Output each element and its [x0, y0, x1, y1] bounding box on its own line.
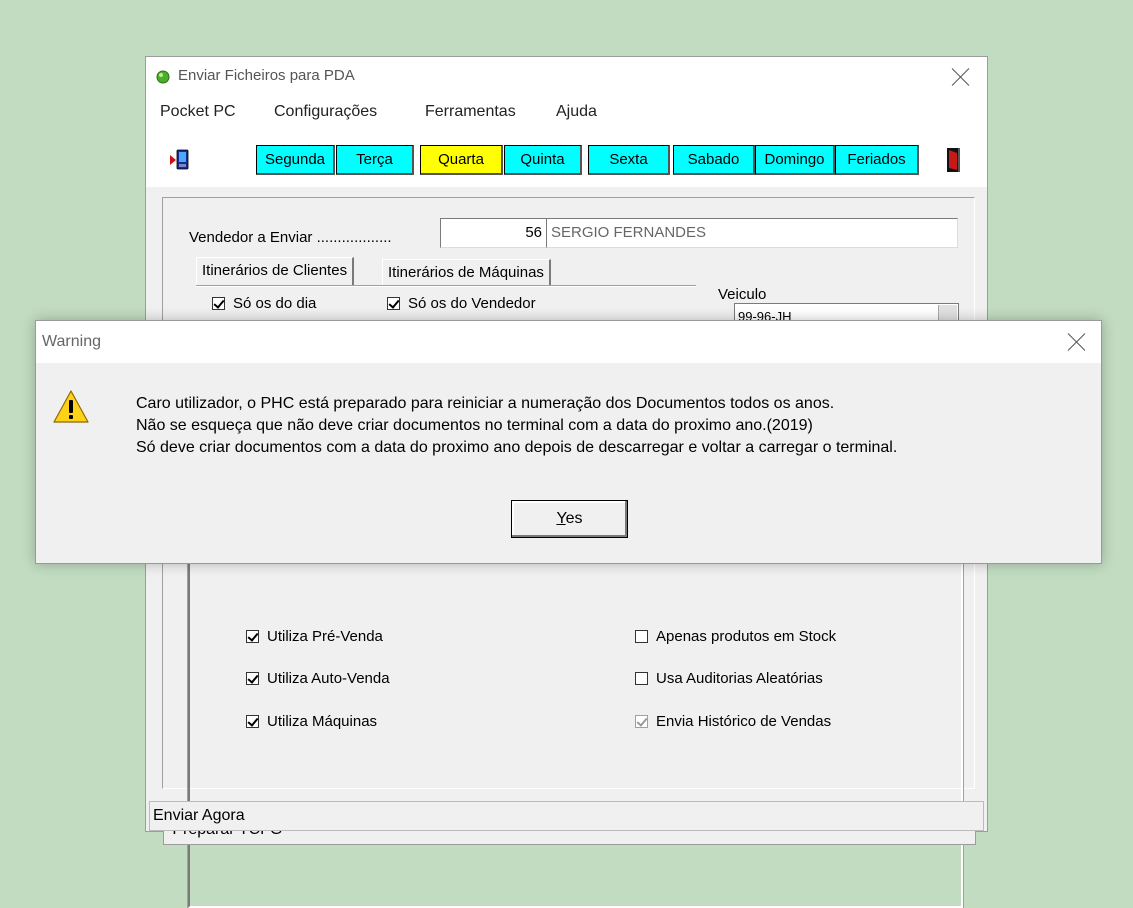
checkbox-box [635, 630, 648, 643]
envia-historico-label: Envia Histórico de Vendas [656, 713, 832, 730]
checkbox-box [246, 630, 259, 643]
main-title-bar: Enviar Ficheiros para PDA [146, 57, 987, 95]
send-to-pda-icon[interactable] [170, 149, 190, 171]
dialog-title: Warning [42, 333, 101, 350]
apenas-produtos-stock-label: Apenas produtos em Stock [656, 628, 837, 645]
veiculo-label: Veiculo [718, 286, 767, 303]
so-os-do-dia-checkbox[interactable]: Só os do dia [212, 295, 316, 313]
dialog-message-line: Não se esqueça que não deve criar docume… [136, 417, 813, 434]
yes-rest: es [565, 510, 583, 527]
utiliza-auto-venda-checkbox[interactable]: Utiliza Auto-Venda [246, 670, 390, 688]
day-button-terca[interactable]: Terça [336, 145, 414, 175]
so-os-do-dia-label: Só os do dia [233, 295, 317, 312]
utiliza-maquinas-checkbox[interactable]: Utiliza Máquinas [246, 713, 377, 731]
utiliza-pre-venda-label: Utiliza Pré-Venda [267, 628, 383, 645]
envia-historico-checkbox: Envia Histórico de Vendas [635, 713, 831, 731]
window-title: Enviar Ficheiros para PDA [178, 67, 355, 84]
tab-underline [196, 285, 696, 287]
day-button-domingo[interactable]: Domingo [755, 145, 835, 175]
usa-auditorias-label: Usa Auditorias Aleatórias [656, 670, 823, 687]
dialog-message-line: Só deve criar documentos com a data do p… [136, 439, 898, 456]
menu-configuracoes[interactable]: Configurações [274, 103, 377, 121]
menu-ajuda[interactable]: Ajuda [556, 103, 597, 121]
utiliza-maquinas-label: Utiliza Máquinas [267, 713, 378, 730]
utiliza-auto-venda-label: Utiliza Auto-Venda [267, 670, 390, 687]
tab-itinerarios-clientes[interactable]: Itinerários de Clientes [196, 257, 355, 285]
checkbox-box [246, 672, 259, 685]
checkbox-box [635, 715, 648, 728]
day-button-quarta[interactable]: Quarta [420, 145, 503, 175]
checkbox-box [246, 715, 259, 728]
apenas-produtos-stock-checkbox[interactable]: Apenas produtos em Stock [635, 628, 836, 646]
day-button-feriados[interactable]: Feriados [835, 145, 919, 175]
menu-pocket-pc[interactable]: Pocket PC [160, 103, 236, 121]
utiliza-pre-venda-checkbox[interactable]: Utiliza Pré-Venda [246, 628, 383, 646]
main-close-icon[interactable] [951, 67, 971, 87]
menu-ferramentas[interactable]: Ferramentas [425, 103, 516, 121]
vendedor-label: Vendedor a Enviar .................. [189, 229, 392, 246]
day-button-sexta[interactable]: Sexta [588, 145, 670, 175]
so-os-do-vendedor-checkbox[interactable]: Só os do Vendedor [387, 295, 536, 313]
yes-button[interactable]: Yes [511, 500, 628, 538]
toolbar: Segunda Terça Quarta Quinta Sexta Sabado… [146, 125, 987, 187]
menu-bar: Pocket PC Configurações Ferramentas Ajud… [146, 95, 987, 125]
day-button-sabado[interactable]: Sabado [673, 145, 755, 175]
so-os-do-vendedor-label: Só os do Vendedor [408, 295, 536, 312]
dialog-title-bar: Warning [36, 321, 1101, 363]
vendedor-number-field[interactable]: 56 [440, 218, 547, 248]
day-button-quinta[interactable]: Quinta [504, 145, 582, 175]
day-button-segunda[interactable]: Segunda [256, 145, 335, 175]
checkbox-box [635, 672, 648, 685]
dialog-message: Caro utilizador, o PHC está preparado pa… [136, 393, 897, 459]
yes-accel: Y [556, 510, 566, 527]
enviar-agora-status[interactable]: Enviar Agora [149, 801, 984, 831]
dialog-message-line: Caro utilizador, o PHC está preparado pa… [136, 395, 835, 412]
tab-itinerarios-maquinas[interactable]: Itinerários de Máquinas [382, 259, 551, 287]
warning-dialog: Warning Caro utilizador, o PHC está prep… [35, 320, 1102, 564]
app-icon [156, 70, 170, 84]
checkbox-box [387, 297, 400, 310]
checkbox-box [212, 297, 225, 310]
vendedor-name-field: SERGIO FERNANDES [546, 218, 958, 248]
usa-auditorias-checkbox[interactable]: Usa Auditorias Aleatórias [635, 670, 823, 688]
dialog-close-icon[interactable] [1067, 332, 1087, 352]
warning-icon [53, 390, 89, 423]
exit-door-icon[interactable] [946, 147, 962, 173]
